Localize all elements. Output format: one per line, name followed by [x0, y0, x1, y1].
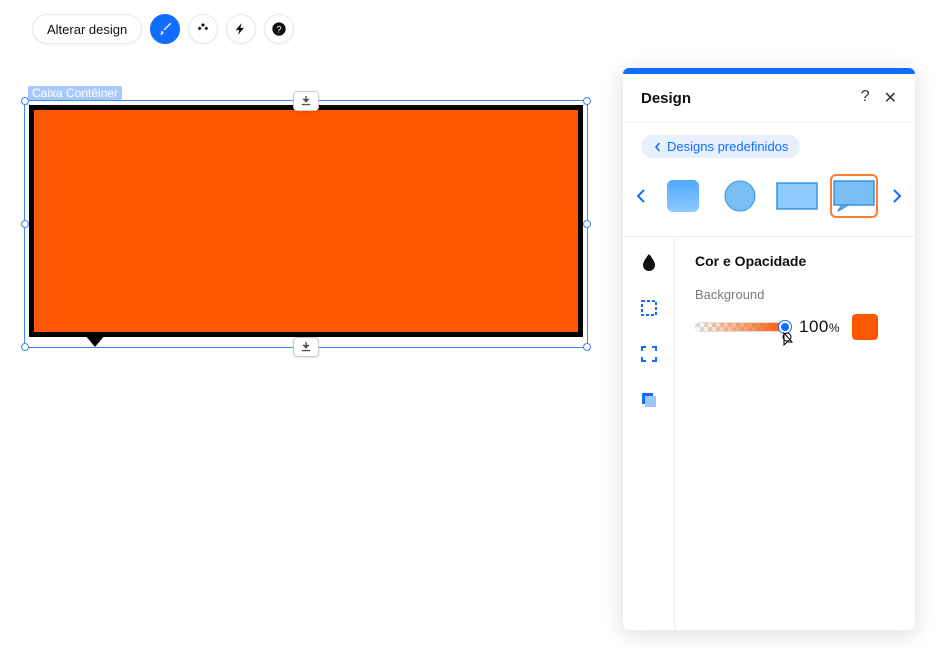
corners-icon — [640, 345, 658, 363]
canvas-area: Caixa Contêiner — [24, 100, 588, 348]
chevron-right-icon — [892, 188, 902, 204]
selected-element[interactable] — [24, 100, 588, 348]
panel-help-button[interactable]: ? — [861, 88, 870, 108]
shape-scroll-right[interactable] — [888, 174, 905, 218]
breadcrumb-back[interactable]: Designs predefinidos — [641, 135, 800, 158]
shadow-icon — [640, 391, 658, 409]
resize-handle-tl[interactable] — [21, 97, 29, 105]
color-swatch[interactable] — [852, 314, 878, 340]
download-icon — [300, 342, 312, 352]
panel-header-actions: ? ✕ — [861, 88, 897, 108]
background-label: Background — [695, 287, 895, 302]
resize-handle-tr[interactable] — [583, 97, 591, 105]
opacity-unit: % — [829, 321, 840, 335]
question-icon: ? — [271, 21, 287, 37]
panel-title: Design — [641, 90, 691, 107]
rounded-square-icon — [665, 178, 701, 214]
design-panel: Design ? ✕ Designs predefinidos — [623, 68, 915, 630]
help-tool-button[interactable]: ? — [264, 14, 294, 44]
chevron-left-icon — [636, 188, 646, 204]
chevron-left-icon — [653, 142, 663, 152]
tab-corner[interactable] — [638, 343, 660, 365]
shape-option-circle[interactable] — [717, 174, 764, 218]
resize-handle-ml[interactable] — [21, 220, 29, 228]
droplet-icon — [641, 253, 657, 271]
attach-bottom-button[interactable] — [293, 337, 319, 357]
change-design-button[interactable]: Alterar design — [32, 14, 142, 44]
shape-picker-row — [623, 170, 915, 237]
stack-icon — [195, 21, 211, 37]
shape-option-rounded-square[interactable] — [660, 174, 707, 218]
resize-handle-bl[interactable] — [21, 343, 29, 351]
shape-option-callout[interactable] — [830, 174, 878, 218]
shape-scroll-left[interactable] — [633, 174, 650, 218]
attach-top-button[interactable] — [293, 91, 319, 111]
callout-tail — [85, 335, 105, 347]
change-design-label: Alterar design — [47, 22, 127, 37]
opacity-row: 100% — [695, 314, 895, 340]
opacity-number: 100 — [799, 317, 829, 336]
bolt-icon — [234, 22, 248, 36]
tab-fill[interactable] — [638, 251, 660, 273]
animation-tool-button[interactable] — [188, 14, 218, 44]
element-label: Caixa Contêiner — [28, 86, 122, 100]
callout-shape — [29, 105, 583, 337]
bolt-tool-button[interactable] — [226, 14, 256, 44]
svg-text:?: ? — [277, 24, 282, 34]
panel-header: Design ? ✕ — [623, 74, 915, 123]
circle-icon — [722, 178, 758, 214]
panel-side-icons — [623, 237, 675, 630]
cursor-icon — [778, 331, 796, 356]
breadcrumb-label: Designs predefinidos — [667, 139, 788, 154]
dashed-square-icon — [640, 299, 658, 317]
tab-border[interactable] — [638, 297, 660, 319]
panel-section: Cor e Opacidade Background 100% — [675, 237, 915, 630]
panel-body: Cor e Opacidade Background 100% — [623, 237, 915, 630]
resize-handle-br[interactable] — [583, 343, 591, 351]
panel-breadcrumb-row: Designs predefinidos — [623, 123, 915, 170]
panel-close-button[interactable]: ✕ — [884, 88, 897, 108]
callout-icon — [832, 179, 876, 213]
editor-toolbar: Alterar design ? — [32, 14, 294, 44]
section-title: Cor e Opacidade — [695, 253, 895, 269]
tab-shadow[interactable] — [638, 389, 660, 411]
resize-handle-mr[interactable] — [583, 220, 591, 228]
opacity-slider[interactable] — [695, 322, 787, 332]
download-icon — [300, 96, 312, 106]
opacity-value: 100% — [799, 317, 840, 337]
shape-option-rectangle[interactable] — [773, 174, 820, 218]
rectangle-icon — [775, 181, 819, 211]
paint-tool-button[interactable] — [150, 14, 180, 44]
paintbrush-icon — [157, 21, 173, 37]
